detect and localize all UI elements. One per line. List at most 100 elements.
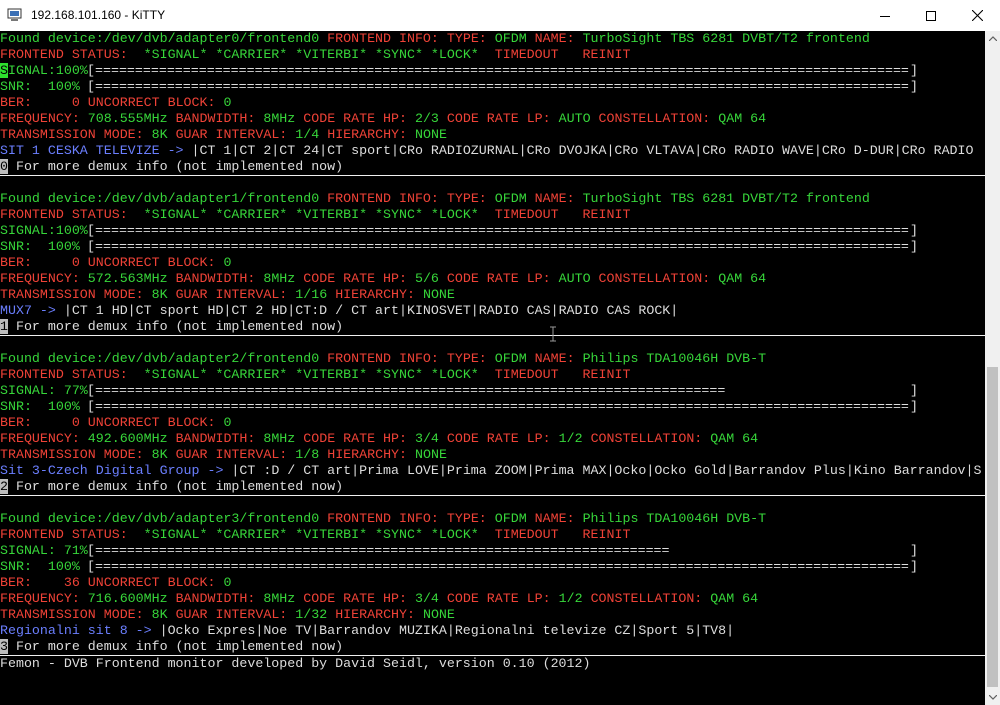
block-separator bbox=[0, 175, 985, 176]
timedout-status: TIMEDOUT bbox=[494, 207, 559, 222]
guard-interval-value: 1/16 bbox=[295, 287, 328, 302]
snr-bar-fill: ========================================… bbox=[95, 559, 909, 574]
uncorrect-block-value: 0 bbox=[223, 575, 232, 590]
transmission-mode-value: 8K bbox=[151, 447, 168, 462]
device-path: /dev/dvb/adapter2/frontend0 bbox=[103, 351, 320, 366]
services-line: Sit 3-Czech Digital Group -> |CT :D / CT… bbox=[0, 463, 982, 479]
frontend-info-label: FRONTEND INFO: bbox=[327, 191, 439, 206]
bandwidth-label: BANDWIDTH: bbox=[175, 431, 256, 446]
hierarchy-label: HIERARCHY: bbox=[327, 127, 408, 142]
code-rate-hp-value: 3/4 bbox=[414, 591, 439, 606]
name-label: NAME: bbox=[534, 191, 575, 206]
signal-bar: [=======================================… bbox=[87, 63, 918, 78]
demux-info-text: For more demux info (not implemented now… bbox=[7, 319, 344, 334]
signal-line: SIGNAL:100% bbox=[0, 63, 88, 78]
device-path: /dev/dvb/adapter0/frontend0 bbox=[103, 31, 320, 46]
signal-bar: [=======================================… bbox=[87, 383, 918, 398]
found-device-label: Found device: bbox=[0, 191, 104, 206]
snr-bar: [=======================================… bbox=[87, 239, 918, 254]
status-line: FRONTEND STATUS: *SIGNAL* *CARRIER* *VIT… bbox=[0, 207, 630, 223]
bandwidth-label: BANDWIDTH: bbox=[175, 111, 256, 126]
frontend-info-label: FRONTEND INFO: bbox=[327, 511, 439, 526]
guard-interval-label: GUAR INTERVAL: bbox=[175, 447, 288, 462]
transmission-mode-value: 8K bbox=[151, 127, 168, 142]
signal-label: SIGNAL: bbox=[0, 543, 56, 558]
tuning-line: FREQUENCY: 572.563MHz BANDWIDTH: 8MHz CO… bbox=[0, 271, 766, 287]
snr-line: SNR: 100% bbox=[0, 399, 80, 415]
chevron-up-icon bbox=[988, 36, 997, 41]
transmission-mode-value: 8K bbox=[151, 607, 168, 622]
terminal-screen[interactable]: Found device: /dev/dvb/adapter0/frontend0… bbox=[0, 31, 985, 705]
frontend-info-label: FRONTEND INFO: bbox=[327, 31, 439, 46]
signal-value: 100% bbox=[55, 223, 88, 238]
frontend-status-label: FRONTEND STATUS: bbox=[0, 367, 128, 382]
network-name: Sit 3-Czech Digital Group -> bbox=[0, 463, 224, 478]
computer-terminal-icon bbox=[7, 8, 22, 21]
frequency-value: 716.600MHz bbox=[87, 591, 168, 606]
service-list: |CT :D / CT art|Prima LOVE|Prima ZOOM|Pr… bbox=[231, 463, 982, 478]
device-line: Found device:/dev/dvb/adapter2/frontend0… bbox=[0, 351, 766, 367]
transmission-mode-label: TRANSMISSION MODE: bbox=[0, 447, 144, 462]
bandwidth-label: BANDWIDTH: bbox=[175, 591, 256, 606]
bandwidth-value: 8MHz bbox=[263, 591, 296, 606]
ber-value: 0 bbox=[71, 255, 80, 270]
scroll-down-button[interactable] bbox=[985, 690, 1000, 705]
chevron-down-icon bbox=[988, 695, 997, 700]
code-rate-lp-label: CODE RATE LP: bbox=[446, 271, 551, 286]
type-label: TYPE: bbox=[446, 511, 487, 526]
text-cursor-icon bbox=[550, 326, 556, 342]
code-rate-lp-value: 1/2 bbox=[558, 591, 583, 606]
bandwidth-value: 8MHz bbox=[263, 111, 296, 126]
maximize-icon bbox=[926, 10, 936, 21]
ber-label: BER: bbox=[0, 95, 32, 110]
close-button[interactable] bbox=[954, 0, 1000, 31]
hierarchy-value: NONE bbox=[422, 607, 455, 622]
maximize-button[interactable] bbox=[908, 0, 954, 31]
frontend-status-label: FRONTEND STATUS: bbox=[0, 527, 128, 542]
title-bar[interactable]: 192.168.101.160 - KiTTY bbox=[0, 0, 1000, 31]
service-list: |CT 1|CT 2|CT 24|CT sport|CRo RADIOZURNA… bbox=[191, 143, 974, 158]
ber-line: BER: 36 UNCORRECT BLOCK: 0 bbox=[0, 575, 231, 591]
transmission-mode-label: TRANSMISSION MODE: bbox=[0, 287, 144, 302]
signal-label: SIGNAL: bbox=[0, 383, 56, 398]
hierarchy-value: NONE bbox=[415, 447, 447, 462]
demux-index: 2 bbox=[0, 479, 8, 494]
guard-interval-value: 1/32 bbox=[295, 607, 328, 622]
timedout-status: TIMEDOUT bbox=[494, 527, 559, 542]
ber-line: BER: 0 UNCORRECT BLOCK: 0 bbox=[0, 255, 231, 271]
code-rate-hp-value: 2/3 bbox=[414, 111, 439, 126]
vertical-scrollbar[interactable] bbox=[985, 31, 1000, 705]
demux-index: 0 bbox=[0, 159, 8, 174]
code-rate-hp-label: CODE RATE HP: bbox=[303, 111, 407, 126]
minimize-button[interactable] bbox=[862, 0, 908, 31]
block-separator bbox=[0, 495, 985, 496]
uncorrect-block-label: UNCORRECT BLOCK: bbox=[87, 95, 216, 110]
timedout-status: TIMEDOUT bbox=[494, 47, 559, 62]
uncorrect-block-label: UNCORRECT BLOCK: bbox=[87, 575, 216, 590]
ber-label: BER: bbox=[0, 575, 32, 590]
signal-line: SIGNAL:100% bbox=[0, 223, 88, 239]
scroll-up-button[interactable] bbox=[985, 31, 1000, 46]
ber-label: BER: bbox=[0, 255, 32, 270]
type-value: OFDM bbox=[494, 191, 527, 206]
snr-bar-fill: ========================================… bbox=[95, 239, 909, 254]
found-device-label: Found device: bbox=[0, 511, 104, 526]
constellation-label: CONSTELLATION: bbox=[598, 271, 711, 286]
guard-interval-value: 1/8 bbox=[295, 447, 320, 462]
snr-bar-fill: ========================================… bbox=[95, 79, 909, 94]
code-rate-hp-label: CODE RATE HP: bbox=[303, 431, 407, 446]
demux-index: 1 bbox=[0, 319, 8, 334]
name-label: NAME: bbox=[534, 351, 575, 366]
signal-bar-fill: ========================================… bbox=[95, 63, 909, 78]
code-rate-lp-label: CODE RATE LP: bbox=[446, 431, 551, 446]
scrollbar-thumb[interactable] bbox=[987, 367, 998, 687]
transmission-mode-value: 8K bbox=[151, 287, 168, 302]
signal-bar: [=======================================… bbox=[87, 223, 918, 238]
hierarchy-label: HIERARCHY: bbox=[335, 287, 415, 302]
status-flags: *SIGNAL* *CARRIER* *VITERBI* *SYNC* *LOC… bbox=[143, 367, 479, 382]
device-path: /dev/dvb/adapter1/frontend0 bbox=[103, 191, 320, 206]
type-label: TYPE: bbox=[446, 351, 487, 366]
snr-line: SNR: 100% bbox=[0, 559, 80, 575]
signal-line: SIGNAL: 71% bbox=[0, 543, 88, 559]
code-rate-hp-value: 5/6 bbox=[414, 271, 439, 286]
